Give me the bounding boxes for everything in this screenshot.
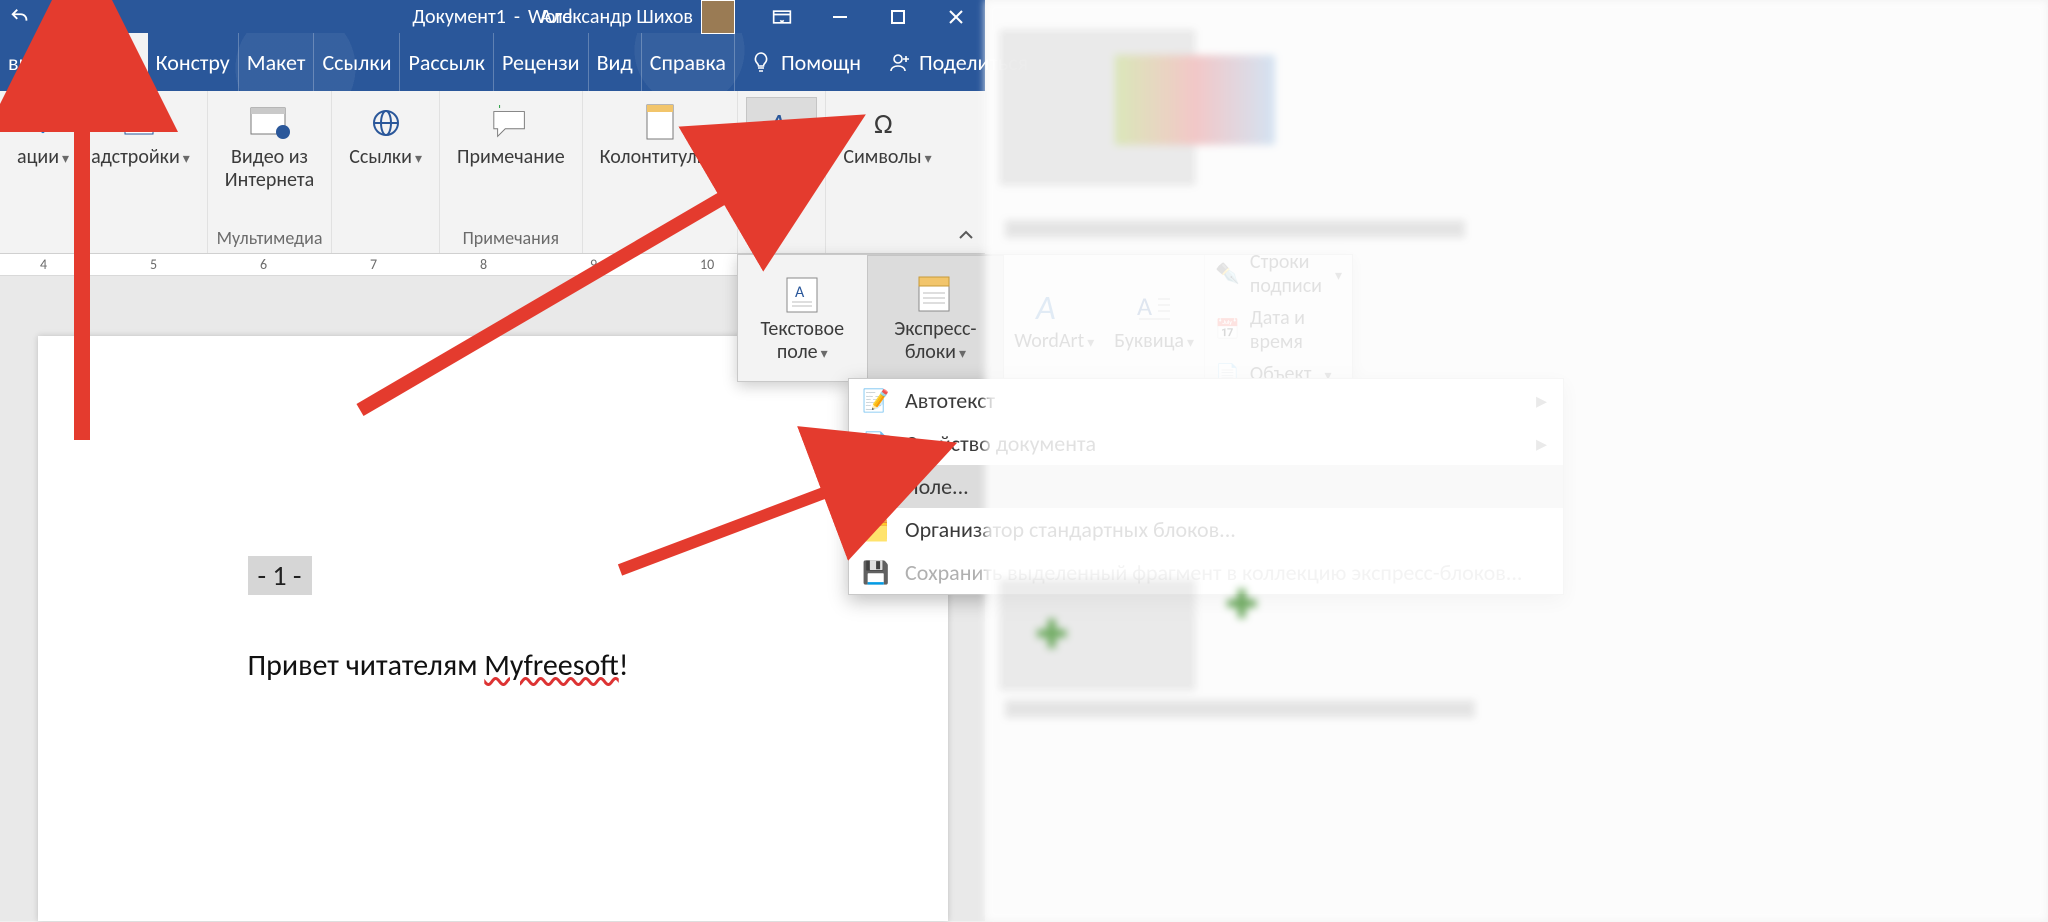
docprop-icon: 📄 [865, 433, 887, 455]
ribbon-tabs: вная Вставка Констру Макет Ссылки Рассыл… [0, 33, 985, 91]
textbox-btn[interactable]: A Текстовое поле [738, 255, 867, 381]
quick-parts-btn[interactable]: Экспресс- блоки [867, 255, 1005, 381]
user-name: Александр Шихов [541, 5, 693, 29]
field-icon: ▭ [865, 476, 887, 498]
svg-text:A: A [768, 106, 786, 140]
shapes-icon: 🔷 [22, 102, 64, 144]
group-headerfooter: Колонтитулы [583, 91, 738, 253]
maximize-icon[interactable] [869, 0, 927, 33]
title-bar: Документ1 - Word Александр Шихов [0, 0, 985, 33]
tab-insert[interactable]: Вставка [60, 33, 147, 91]
tab-design[interactable]: Констру [148, 33, 239, 91]
avatar [701, 0, 735, 34]
textbox-icon: A [780, 272, 824, 318]
tab-mailings[interactable]: Рассылк [400, 33, 493, 91]
symbols-btn[interactable]: Ω Символы [834, 97, 940, 174]
links-btn[interactable]: Ссылки [340, 97, 431, 174]
text-icon: A [761, 102, 803, 144]
svg-text:+: + [496, 105, 504, 115]
lightbulb-icon [749, 50, 773, 74]
tab-layout[interactable]: Макет [239, 33, 315, 91]
group-label-comments: Примечания [463, 227, 559, 251]
page[interactable]: - 1 - Привет читателям Myfreesoft! [38, 336, 948, 921]
qat-customize-icon[interactable] [44, 3, 72, 31]
online-video-btn[interactable]: Видео из Интернета [216, 97, 323, 197]
addins-btn[interactable]: адстройки [82, 97, 199, 174]
comment-btn[interactable]: + Примечание [448, 97, 574, 174]
group-illustr-cut: 🔷 ации адстройки [0, 91, 208, 253]
addins-icon [119, 102, 161, 144]
body-text[interactable]: Привет читателям Myfreesoft! [248, 647, 738, 684]
online-video-icon [249, 102, 291, 144]
text-group-btn[interactable]: A Текст [746, 97, 817, 174]
headerfooter-icon [639, 102, 681, 144]
doc-name: Документ1 [412, 5, 506, 29]
share-icon [889, 50, 913, 74]
tell-me[interactable]: Помощн [735, 33, 875, 91]
svg-text:Ω: Ω [874, 106, 893, 140]
ribbon: 🔷 ации адстройки Видео из Интернета Муль… [0, 91, 985, 254]
page-number-field[interactable]: - 1 - [248, 556, 312, 595]
quick-access-toolbar [0, 3, 72, 31]
tab-review[interactable]: Рецензи [494, 33, 589, 91]
window-controls [753, 0, 985, 33]
group-symbols: Ω Символы [826, 91, 948, 253]
background-blur-area: ✚ ✚ [985, 0, 2048, 922]
ribbon-display-icon[interactable] [753, 0, 811, 33]
group-text: A Текст [738, 91, 826, 253]
autotext-icon: 📝 [865, 390, 887, 412]
svg-text:A: A [795, 283, 805, 302]
comment-icon: + [490, 102, 532, 144]
organizer-icon: 🗂️ [865, 519, 887, 541]
link-icon [365, 102, 407, 144]
account-area[interactable]: Александр Шихов [541, 0, 735, 34]
group-label-media: Мультимедиа [217, 227, 323, 251]
headerfooter-btn[interactable]: Колонтитулы [591, 97, 729, 174]
group-comments: + Примечание Примечания [440, 91, 583, 253]
collapse-ribbon-icon[interactable] [955, 225, 977, 247]
minimize-icon[interactable] [811, 0, 869, 33]
close-icon[interactable] [927, 0, 985, 33]
undo-icon[interactable] [6, 3, 34, 31]
quick-parts-icon [913, 272, 957, 318]
group-links: Ссылки [332, 91, 440, 253]
save-block-icon: 💾 [865, 562, 887, 584]
tab-references[interactable]: Ссылки [314, 33, 400, 91]
omega-icon: Ω [866, 102, 908, 144]
tab-home-cut[interactable]: вная [0, 33, 60, 91]
tab-help[interactable]: Справка [642, 33, 735, 91]
tab-view[interactable]: Вид [589, 33, 642, 91]
group-media: Видео из Интернета Мультимедиа [208, 91, 332, 253]
illustrations-btn[interactable]: 🔷 ации [8, 97, 78, 174]
